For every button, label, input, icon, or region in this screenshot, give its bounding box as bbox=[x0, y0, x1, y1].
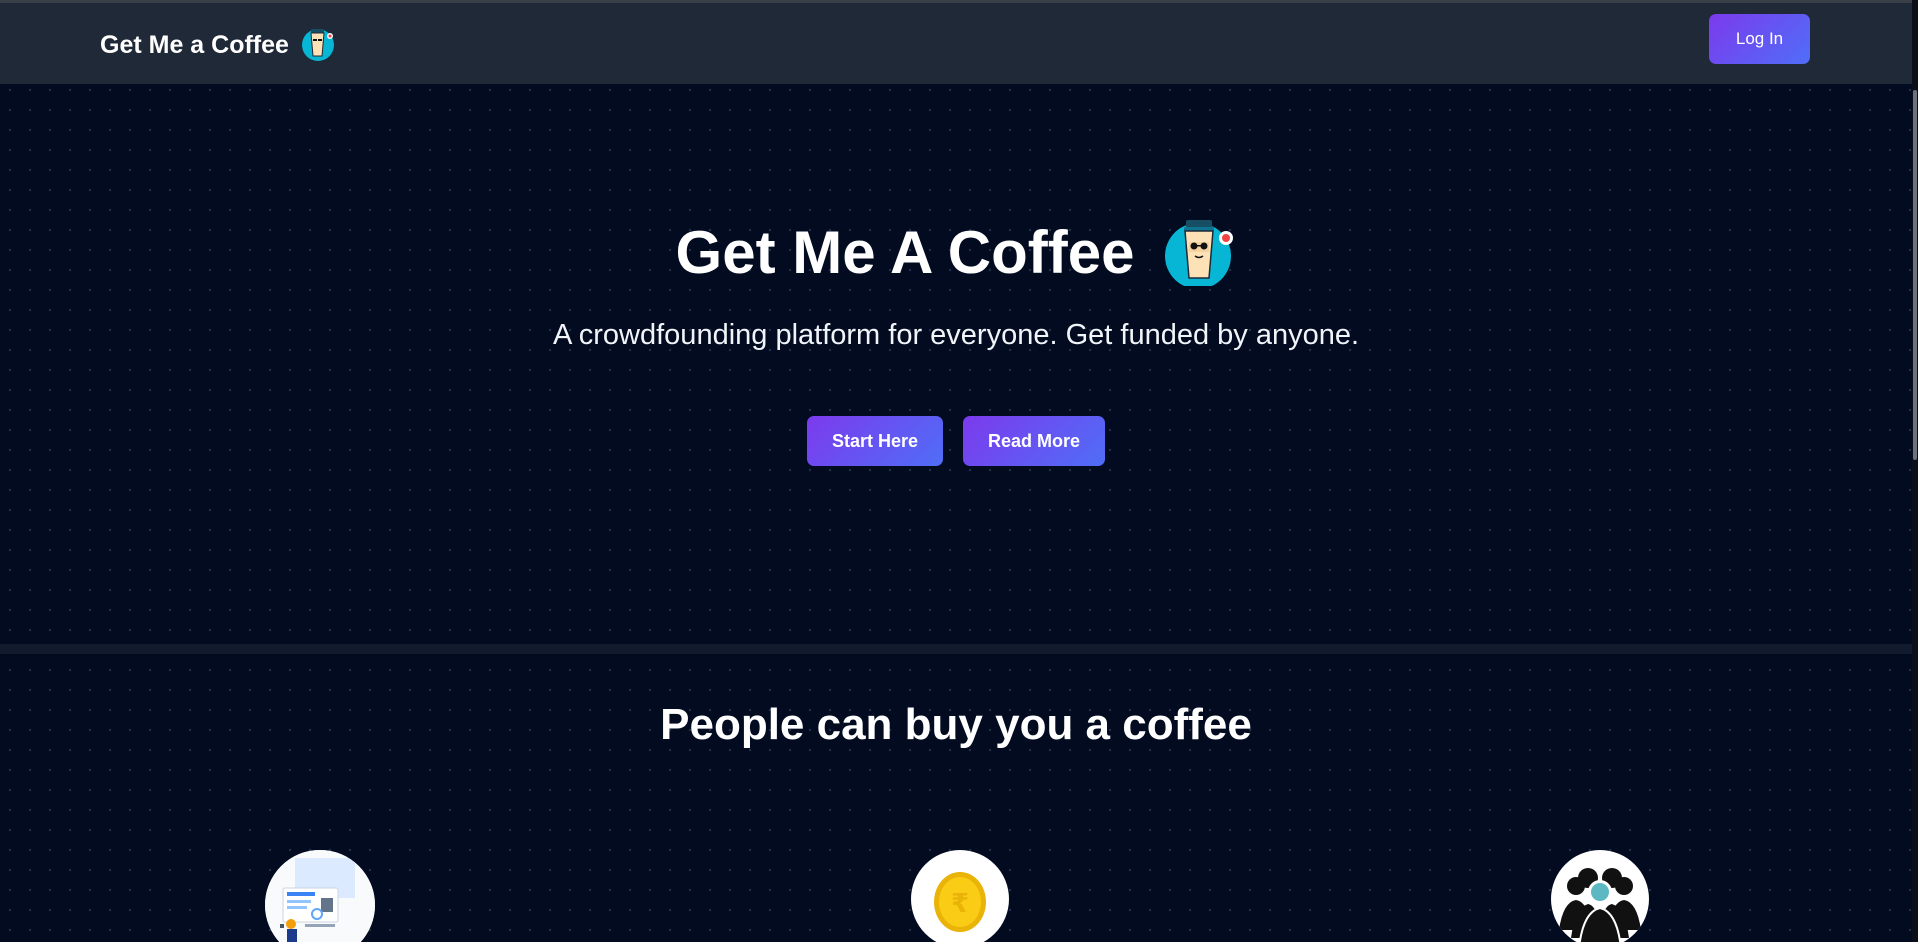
hero-buttons: Start Here Read More bbox=[0, 416, 1912, 466]
section-divider bbox=[0, 644, 1912, 654]
read-more-button[interactable]: Read More bbox=[963, 416, 1106, 466]
login-button[interactable]: Log In bbox=[1709, 14, 1810, 64]
hero-subtitle: A crowdfounding platform for everyone. G… bbox=[552, 319, 1360, 351]
hero-section: Get Me A Coffee A crowdfounding platform… bbox=[0, 84, 1912, 644]
scrollbar-thumb[interactable] bbox=[1913, 90, 1917, 460]
svg-text:₹: ₹ bbox=[951, 889, 969, 919]
hero-title: Get Me A Coffee bbox=[675, 219, 1135, 286]
page: Get Me a Coffee Log In Get Me A Coffee A… bbox=[0, 0, 1918, 942]
group-people-icon bbox=[1551, 850, 1649, 942]
brand-name: Get Me a Coffee bbox=[100, 30, 289, 59]
rupee-coin-icon: ₹ bbox=[911, 850, 1009, 942]
start-here-button[interactable]: Start Here bbox=[806, 416, 943, 466]
person-at-computer-icon bbox=[265, 850, 375, 942]
coffee-cup-icon bbox=[299, 24, 337, 67]
hero-title-row: Get Me A Coffee bbox=[0, 214, 1912, 291]
coffee-cup-icon bbox=[1164, 214, 1236, 291]
section-title: People can buy you a coffee bbox=[660, 700, 1252, 749]
brand-logo[interactable]: Get Me a Coffee bbox=[100, 21, 337, 69]
navbar: Get Me a Coffee Log In bbox=[0, 3, 1918, 84]
